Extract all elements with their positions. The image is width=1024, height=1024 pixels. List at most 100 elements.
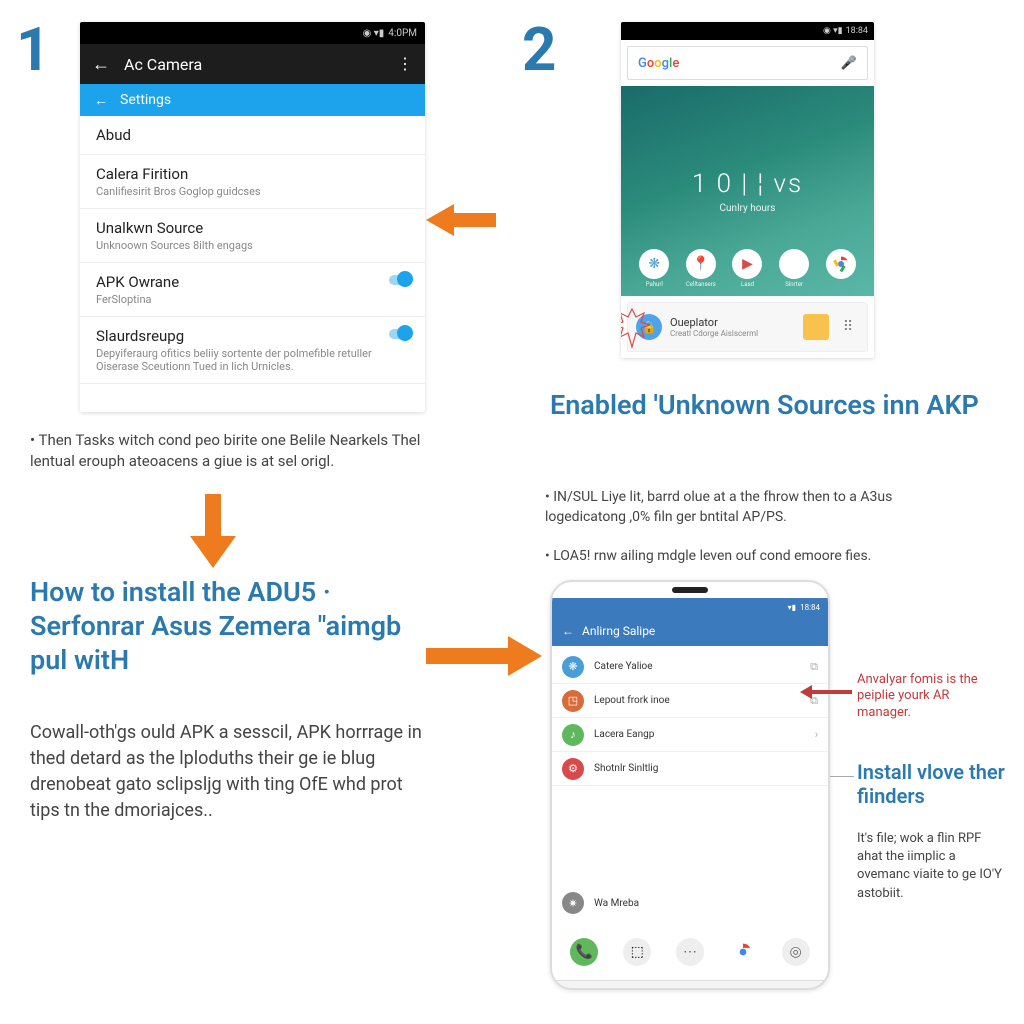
clock-widget: 1 0 | ¦ vs [692,169,803,199]
item-title: Shotnlr Sinltlig [594,763,658,774]
overflow-icon[interactable]: ⋮ [397,62,413,66]
icon-label: Sinrter [785,281,803,288]
list-item[interactable]: ♪ Lacera Eangp › [552,718,828,752]
mic-icon[interactable]: 🎤 [841,56,857,71]
phone-icon[interactable]: 📞 [570,938,598,966]
file-list: ❋ Catere Yalioe ⧉ ◳ Lepout frork inoe ⧉ ♪ Lac… [552,646,828,924]
wallpaper: 1 0 | ¦ vs Cunlry hours ❋ Pahurl 📍 Celltan… [621,86,874,296]
app-icon[interactable]: ⚙ [779,249,809,279]
item-subtitle: Canlifiesirit Bros Goglop guidcses [96,185,409,198]
phone-settings-screenshot: ◉ ▾▮ 4:0PM ← Ac Camera ⋮ ← Settings Abud… [80,22,425,412]
nav-home-icon[interactable]: ○ [687,987,695,990]
item-title: Lepout frork inoe [594,695,670,706]
card-subtitle: Creatl Cdorge Aislscerml [670,329,758,338]
app-bar: ← Ac Camera ⋮ [80,44,425,84]
list-item[interactable]: ❋ Catere Yalioe ⧉ [552,650,828,684]
file-icon: ❋ [562,656,584,678]
back-icon[interactable]: ← [94,92,108,109]
status-time: 4:0PM [388,28,417,39]
apps-icon[interactable]: ⋯ [676,938,704,966]
settings-item-about[interactable]: Abud [80,116,425,155]
item-title: APK Owrane [96,273,409,291]
chrome-icon[interactable] [826,249,856,279]
settings-item-unknown-sources[interactable]: Unalkwn Source Unknoown Sources 8ilth en… [80,209,425,263]
item-subtitle: Depyiferaurg ofitics beliiy sortente der… [96,347,409,373]
arrow-left-red-icon [800,685,852,699]
status-bar: ▾▮ 18:84 [552,598,828,616]
icon-label: Pahurl [646,281,663,288]
google-search-bar[interactable]: Google 🎤 [627,46,868,80]
file-icon: ⚙ [562,758,584,780]
badge-burst-icon [621,307,650,349]
item-title: Wa Mreba [594,898,639,909]
back-icon[interactable]: ← [92,54,110,75]
step1-bullet-text: • Then Tasks witch cond peo birite one B… [30,430,430,472]
tab-settings[interactable]: ← Settings [80,84,425,116]
arrow-down-icon [190,494,236,568]
arrow-right-icon [426,634,542,678]
appbar-title: Ac Camera [124,55,202,74]
item-title: Lacera Eangp [594,729,654,740]
bottom-app-row: 📞 ⬚ ⋯ ◎ [552,924,828,980]
app-icon[interactable]: ⬚ [623,938,651,966]
list-item[interactable]: ⚙ Shotnlr Sinltlig [552,752,828,786]
folder-icon[interactable] [803,314,829,340]
list-item[interactable]: ◳Lepout frork inoe⧉ [552,684,828,718]
item-title: Catere Yalioe [594,661,653,672]
file-icon: ◳ [562,690,584,712]
app-icon-row: ❋ Pahurl 📍 Celltansers ▶ Lasd ⚙ Sinrter [621,249,874,288]
step1-heading: How to install the ADU5 · Serfonrar Asus… [30,576,430,677]
icon-label: Celltansers [686,281,716,288]
list-item[interactable]: ✷ Wa Mreba [552,886,828,920]
app-icon[interactable]: 📍 [686,249,716,279]
item-title: Slaurdsreupg [96,327,409,345]
step3-body-text: It's file; wok a flin RPF ahat the iimpl… [857,830,1007,903]
step-number-1: 1 [16,14,50,85]
item-subtitle: FerSloptina [96,293,409,306]
settings-item-apk-toggle[interactable]: APK Owrane FerSloptina [80,263,425,317]
copy-icon[interactable]: ⧉ [810,660,818,674]
step3-heading: Install vlove ther fiinders [857,760,1007,808]
phone-notch [552,582,828,598]
signal-icon: ▾▮ [788,603,796,612]
wifi-icon: ◉ ▾▮ [363,28,385,39]
status-time: 18:84 [800,603,820,612]
file-icon: ✷ [562,892,584,914]
tab-label: Settings [120,92,171,108]
icon-label: Lasd [741,281,754,288]
card-title: Oueplator [670,316,758,329]
nav-bar: ◁ ○ □ [552,980,828,990]
appbar-title: Anlirng Salipe [582,624,655,638]
status-bar: ◉ ▾▮ 18:84 [621,22,874,40]
item-title: Calera Firition [96,165,409,183]
step1-body-text: Cowall-oth'gs ould APK a sesscil, APK ho… [30,720,430,824]
google-logo: Google [638,56,679,71]
app-icon[interactable]: ▶ [732,249,762,279]
file-icon: ♪ [562,724,584,746]
chevron-icon[interactable]: › [815,728,818,741]
app-icon[interactable]: ❋ [639,249,669,279]
item-subtitle: Unknoown Sources 8ilth engags [96,239,409,252]
step2-bullets: • IN/SUL Liye lit, barrd olue at a the f… [545,488,975,566]
grid-icon[interactable]: ⠿ [837,316,859,338]
status-time: 18:84 [846,26,868,36]
item-title: Unalkwn Source [96,219,409,237]
signal-icon: ◉ ▾▮ [823,26,843,36]
chrome-icon[interactable] [729,938,757,966]
app-bar: ← Anlirng Salipe [552,616,828,646]
phone-file-manager-screenshot: ▾▮ 18:84 ← Anlirng Salipe ❋ Catere Yalioe… [550,580,830,990]
item-title: Abud [96,126,409,144]
phone-homescreen-screenshot: ◉ ▾▮ 18:84 Google 🎤 1 0 | ¦ vs Cunlry ho… [621,22,874,358]
nav-back-icon[interactable]: ◁ [593,988,604,991]
notification-card[interactable]: 🔒 Oueplator Creatl Cdorge Aislscerml ⠿ [627,302,868,352]
clock-subtitle: Cunlry hours [720,203,776,214]
step-number-2: 2 [522,14,556,85]
annotation-red-text: Anvalyar fomis is the peiplie yourk AR m… [857,672,997,721]
back-icon[interactable]: ← [562,624,574,638]
arrow-left-icon [426,200,496,240]
status-bar: ◉ ▾▮ 4:0PM [80,22,425,44]
settings-item-camera[interactable]: Calera Firition Canlifiesirit Bros Goglo… [80,155,425,209]
nav-recent-icon[interactable]: □ [778,987,786,990]
camera-icon[interactable]: ◎ [782,938,810,966]
settings-item-slaurd-toggle[interactable]: Slaurdsreupg Depyiferaurg ofitics beliiy… [80,317,425,384]
